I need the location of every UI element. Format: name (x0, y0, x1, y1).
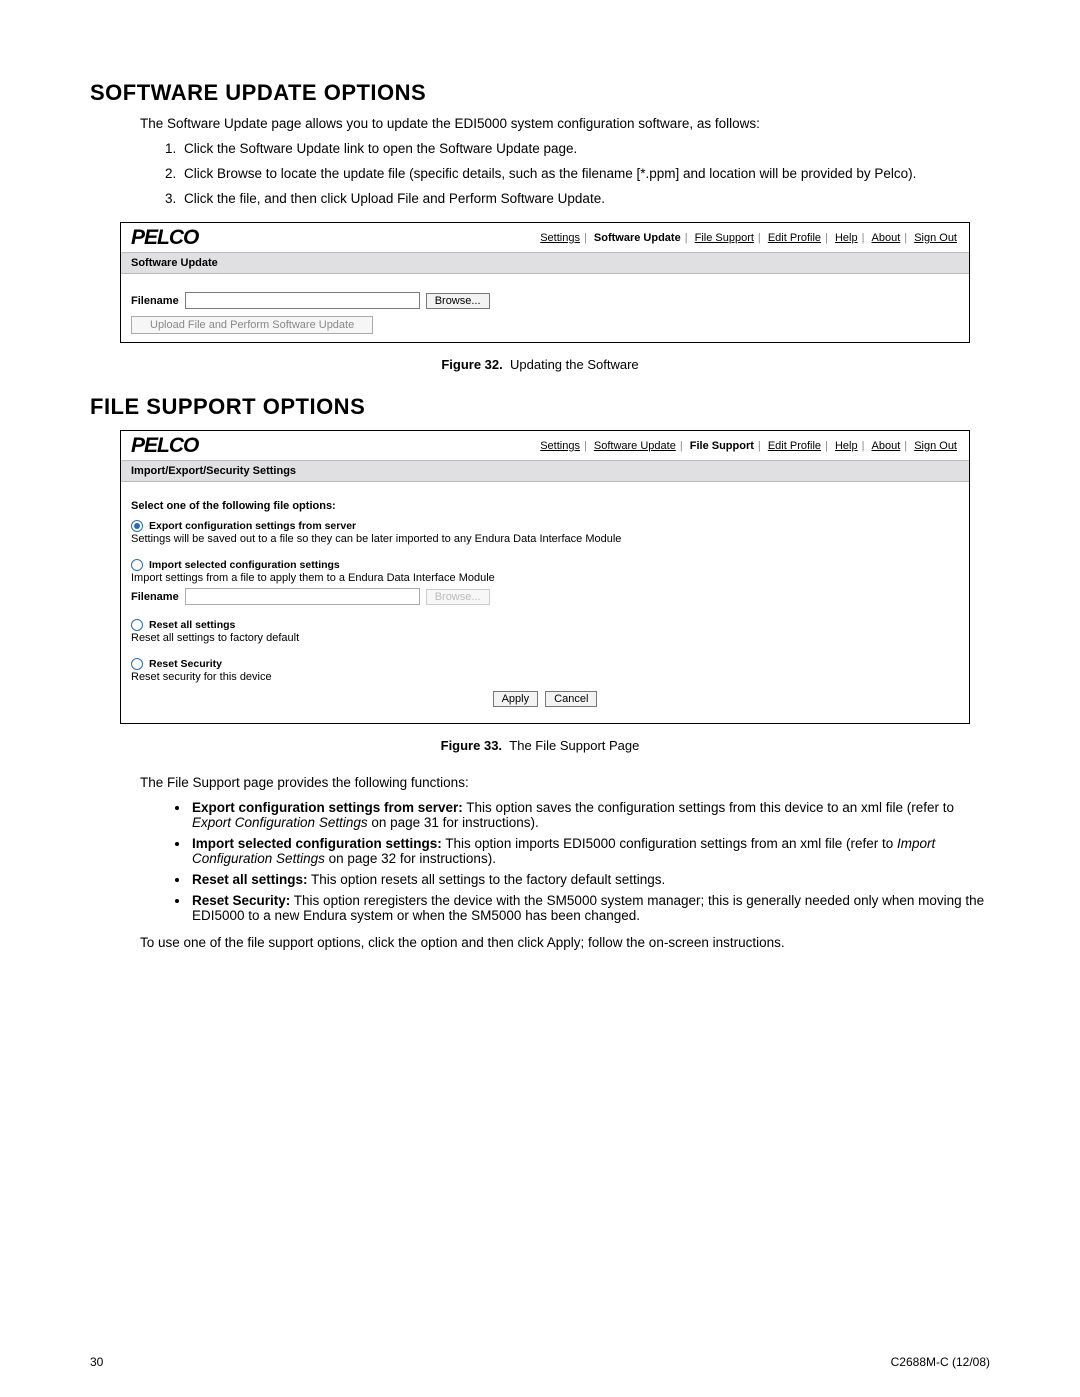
bullet-reset-security: Reset Security: This option reregisters … (190, 893, 990, 923)
radio-reset-security-icon[interactable] (131, 658, 143, 670)
closing-text: To use one of the file support options, … (140, 935, 990, 950)
nav2-help[interactable]: Help (835, 440, 858, 452)
radio-reset-all-icon[interactable] (131, 619, 143, 631)
option-reset-all-desc: Reset all settings to factory default (131, 632, 959, 644)
option-reset-security-desc: Reset security for this device (131, 671, 959, 683)
browse-button[interactable]: Browse... (426, 293, 490, 309)
heading-software-update-options: Software Update Options (90, 80, 990, 106)
nav-settings[interactable]: Settings (540, 232, 580, 244)
option-export-desc: Settings will be saved out to a file so … (131, 533, 959, 545)
step-2: Click Browse to locate the update file (… (180, 166, 990, 181)
step-3: Click the file, and then click Upload Fi… (180, 191, 990, 206)
filename-input-2[interactable] (185, 588, 420, 605)
figure-33-panel: PELCO Settings| Software Update| File Su… (120, 430, 970, 724)
option-export[interactable]: Export configuration settings from serve… (131, 520, 959, 545)
nav-software-update[interactable]: Software Update (594, 232, 681, 244)
select-heading: Select one of the following file options… (131, 500, 959, 512)
figure-33-caption: Figure 33. The File Support Page (90, 738, 990, 753)
option-reset-all[interactable]: Reset all settings Reset all settings to… (131, 619, 959, 644)
nav-file-support[interactable]: File Support (695, 232, 754, 244)
intro-text: The Software Update page allows you to u… (140, 116, 990, 131)
bullet-list: Export configuration settings from serve… (190, 800, 990, 923)
bullet-import: Import selected configuration settings: … (190, 836, 990, 866)
nav2-settings[interactable]: Settings (540, 440, 580, 452)
nav-sign-out[interactable]: Sign Out (914, 232, 957, 244)
option-reset-security[interactable]: Reset Security Reset security for this d… (131, 658, 959, 683)
figure-32-caption: Figure 32. Updating the Software (90, 357, 990, 372)
nav2-software-update[interactable]: Software Update (594, 440, 676, 452)
file-support-intro: The File Support page provides the follo… (140, 775, 990, 790)
doc-code: C2688M-C (12/08) (891, 1355, 990, 1369)
option-reset-security-title: Reset Security (149, 658, 222, 670)
filename-input[interactable] (185, 292, 420, 309)
radio-export-icon[interactable] (131, 520, 143, 532)
bullet-export: Export configuration settings from serve… (190, 800, 990, 830)
step-1: Click the Software Update link to open t… (180, 141, 990, 156)
steps-list: Click the Software Update link to open t… (180, 141, 990, 206)
option-import-title: Import selected configuration settings (149, 559, 340, 571)
nav-edit-profile[interactable]: Edit Profile (768, 232, 821, 244)
nav2-sign-out[interactable]: Sign Out (914, 440, 957, 452)
nav2-edit-profile[interactable]: Edit Profile (768, 440, 821, 452)
pelco-logo: PELCO (131, 226, 198, 250)
filename-label-2: Filename (131, 591, 179, 603)
radio-import-icon[interactable] (131, 559, 143, 571)
nav2-about[interactable]: About (872, 440, 901, 452)
heading-file-support-options: File Support Options (90, 394, 990, 420)
upload-button[interactable]: Upload File and Perform Software Update (131, 316, 373, 334)
option-import-desc: Import settings from a file to apply the… (131, 572, 959, 584)
pelco-logo-2: PELCO (131, 434, 198, 458)
option-import[interactable]: Import selected configuration settings I… (131, 559, 959, 605)
top-nav: Settings| Software Update| File Support|… (538, 232, 959, 244)
option-reset-all-title: Reset all settings (149, 619, 235, 631)
nav-about[interactable]: About (872, 232, 901, 244)
page-number: 30 (90, 1355, 103, 1369)
nav2-file-support[interactable]: File Support (690, 440, 754, 452)
browse-button-2[interactable]: Browse... (426, 589, 490, 605)
panel-title-bar-2: Import/Export/Security Settings (121, 460, 969, 482)
panel-title-bar: Software Update (121, 252, 969, 274)
nav-help[interactable]: Help (835, 232, 858, 244)
bullet-reset-all: Reset all settings: This option resets a… (190, 872, 990, 887)
figure-32-panel: PELCO Settings| Software Update| File Su… (120, 222, 970, 343)
top-nav-2: Settings| Software Update| File Support|… (538, 440, 959, 452)
apply-button[interactable]: Apply (493, 691, 539, 707)
cancel-button[interactable]: Cancel (545, 691, 597, 707)
option-export-title: Export configuration settings from serve… (149, 520, 356, 532)
filename-label: Filename (131, 295, 179, 307)
